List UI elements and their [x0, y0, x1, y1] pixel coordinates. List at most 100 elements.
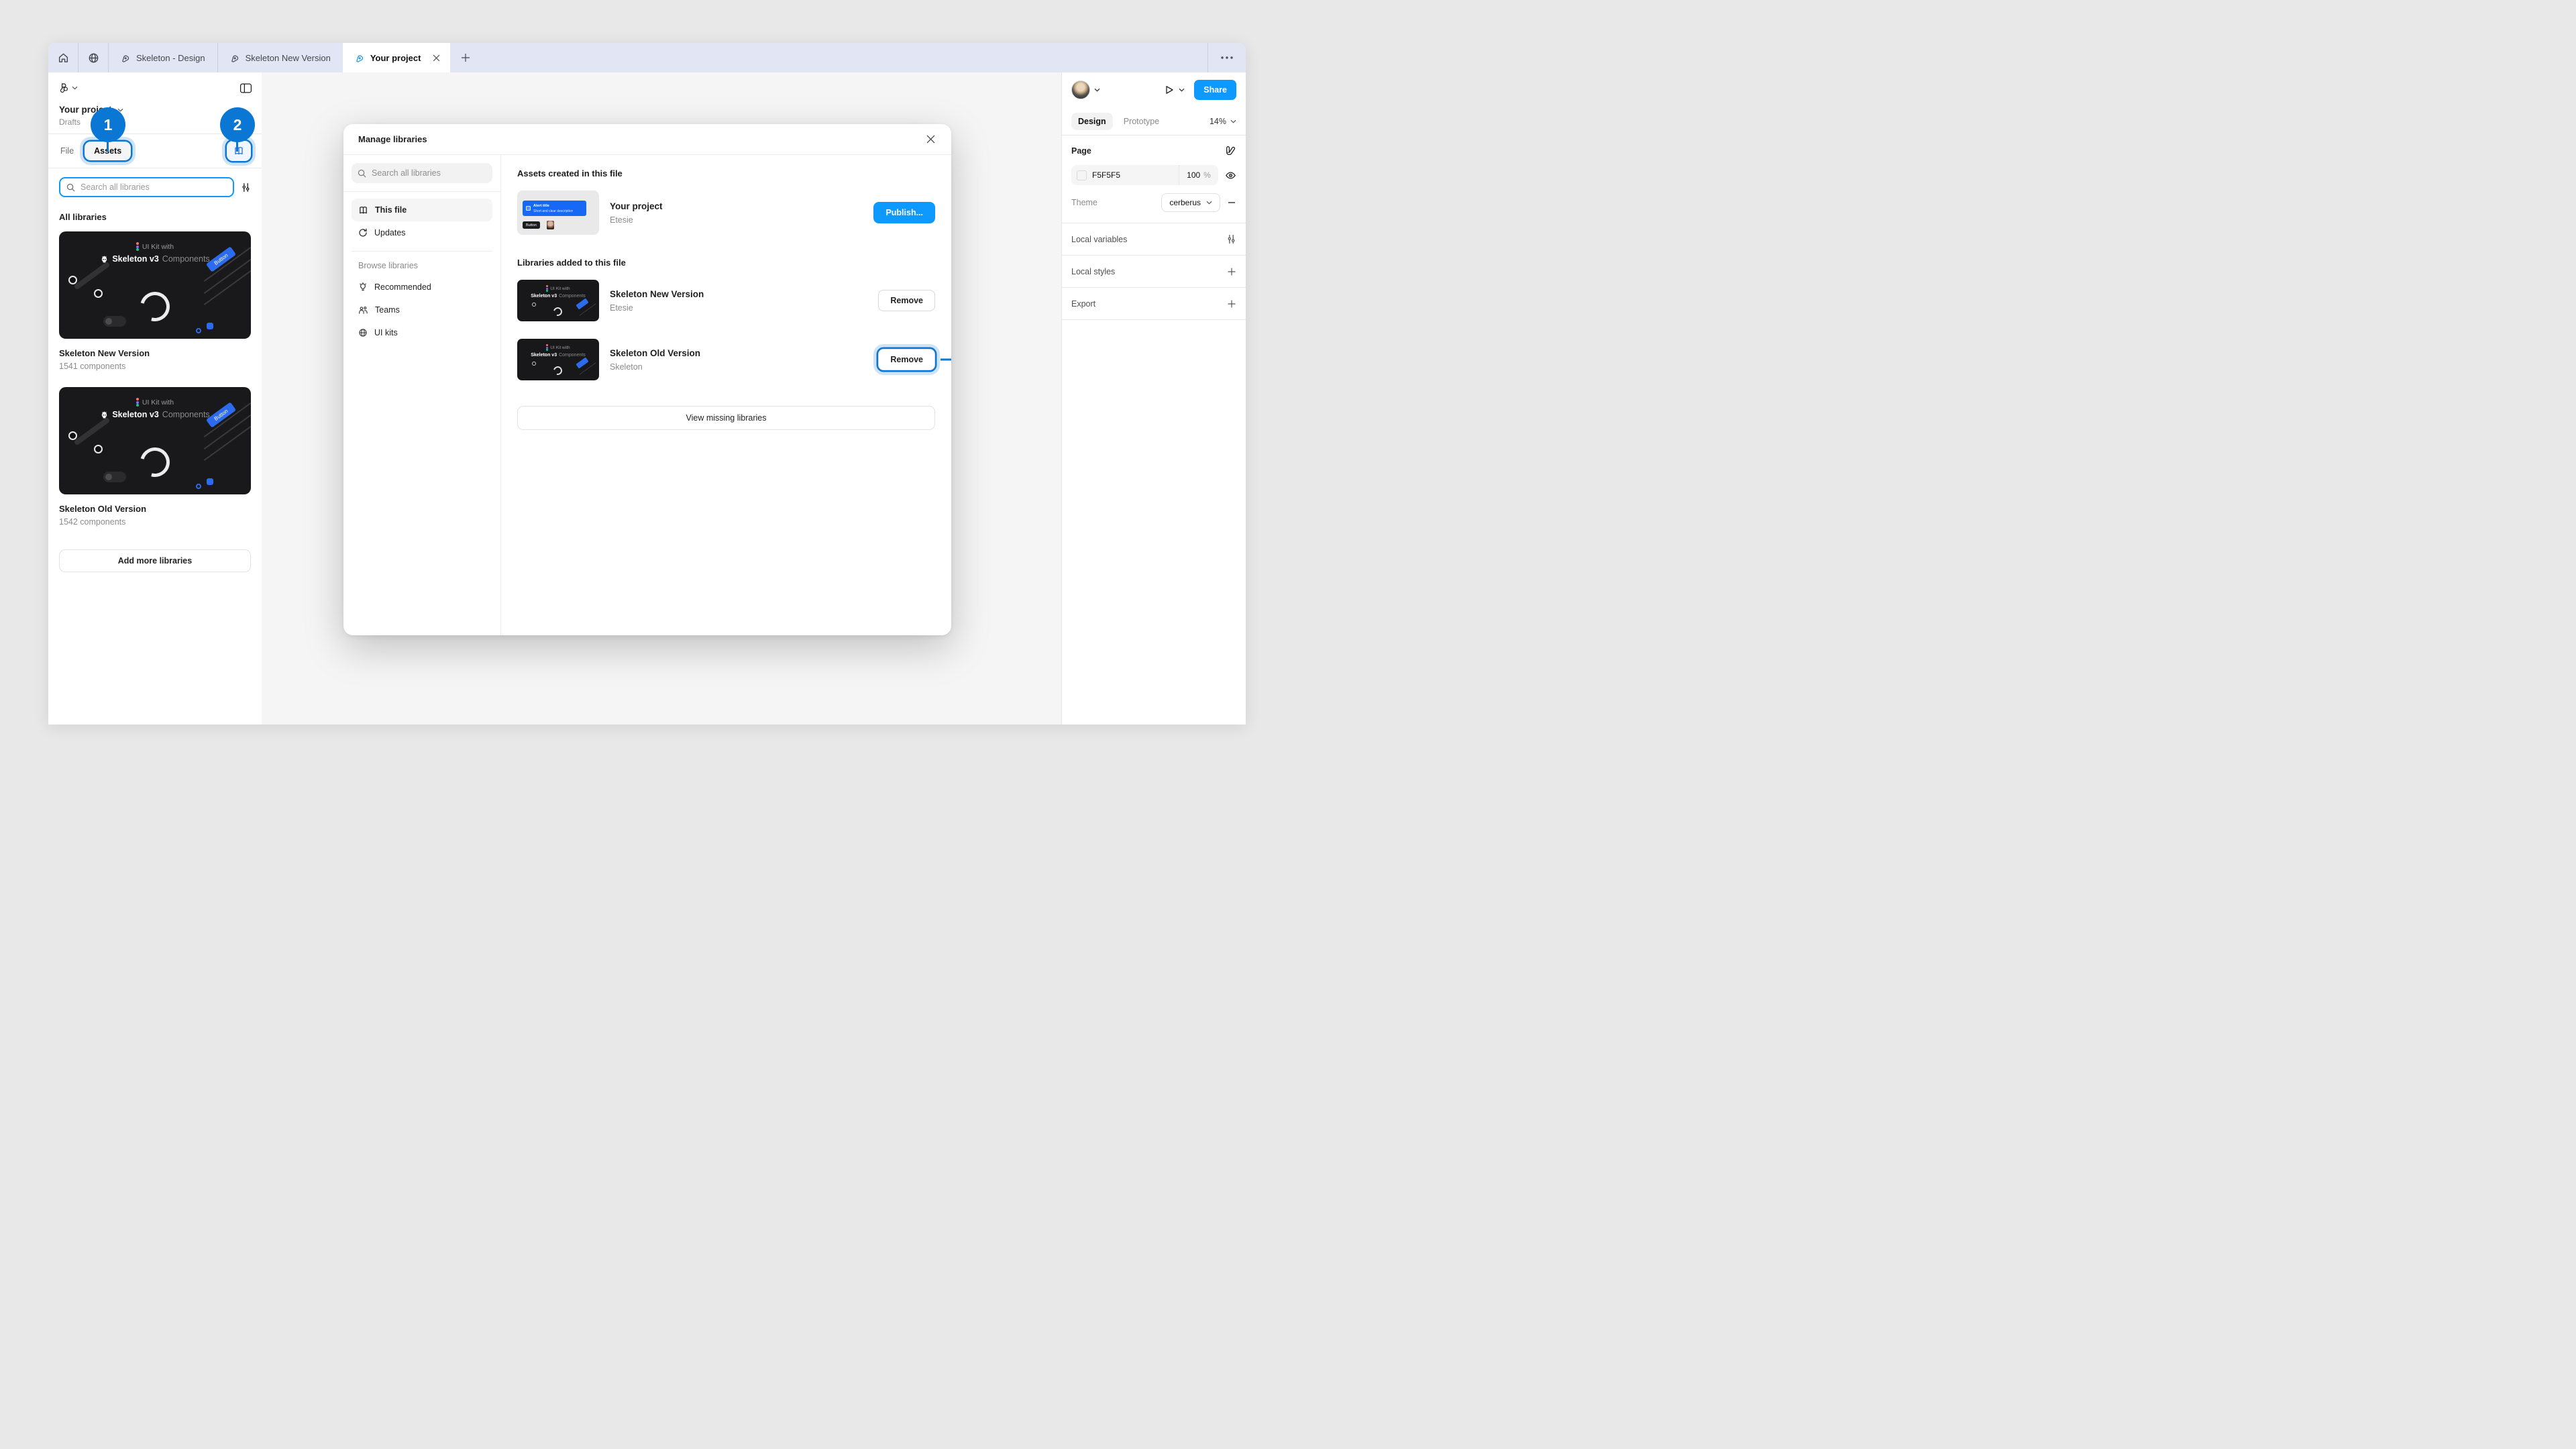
nav-ui-kits[interactable]: UI kits	[352, 321, 492, 344]
card-decoration-toggle	[103, 472, 126, 482]
remove-library-button[interactable]: Remove	[878, 290, 935, 311]
present-play-icon[interactable]	[1164, 85, 1175, 95]
view-missing-libraries-button[interactable]: View missing libraries	[517, 406, 935, 430]
nav-teams[interactable]: Teams	[352, 299, 492, 321]
tab-label: Skeleton - Design	[136, 53, 205, 63]
nav-label: Updates	[374, 228, 406, 237]
tab-your-project-active[interactable]: Your project	[343, 43, 451, 72]
local-variables-row[interactable]: Local variables	[1062, 223, 1246, 256]
tab-label: Your project	[370, 53, 421, 63]
nav-label: Teams	[375, 305, 400, 315]
lightbulb-icon	[358, 282, 368, 292]
eye-visibility-icon[interactable]	[1225, 170, 1236, 181]
modal-sidebar: This file Updates Browse libraries Recom…	[343, 155, 501, 635]
card-decoration	[74, 262, 111, 290]
tab-skeleton-new-version[interactable]: Skeleton New Version	[218, 43, 343, 72]
opacity-value: 100	[1187, 170, 1200, 180]
search-input[interactable]	[80, 182, 227, 192]
page-color-field[interactable]: F5F5F5 100 %	[1071, 165, 1218, 185]
remove-library-button-highlighted[interactable]: Remove	[878, 349, 935, 370]
publish-button[interactable]: Publish...	[873, 202, 935, 223]
figma-color-logo-icon	[546, 344, 548, 351]
share-button[interactable]: Share	[1194, 80, 1236, 100]
right-panel: Share Design Prototype 14% Page	[1061, 72, 1246, 724]
refresh-icon	[358, 228, 368, 237]
nav-this-file[interactable]: This file	[352, 199, 492, 221]
design-prototype-tabs: Design Prototype 14%	[1062, 107, 1246, 136]
card-art-text: UI Kit with Skeleton v3 Components	[59, 242, 251, 264]
card-decoration	[68, 276, 77, 284]
tab-prototype[interactable]: Prototype	[1117, 113, 1167, 130]
modal-close-button[interactable]	[922, 131, 939, 148]
export-row[interactable]: Export	[1062, 288, 1246, 320]
library-search-field[interactable]	[59, 177, 234, 197]
remove-theme-minus-icon[interactable]	[1227, 198, 1236, 207]
card-decoration-accordion	[199, 264, 251, 299]
toggle-panel-icon[interactable]	[239, 83, 252, 94]
figma-color-logo-icon	[546, 285, 548, 292]
browse-libraries-label: Browse libraries	[352, 258, 492, 276]
variables-sliders-icon[interactable]	[1226, 234, 1236, 244]
thumb-alert-desc: Short and clear description	[533, 209, 573, 213]
color-swatch[interactable]	[1077, 170, 1087, 180]
add-export-plus-icon[interactable]	[1227, 299, 1236, 309]
chevron-down-icon[interactable]	[1179, 88, 1185, 92]
ellipsis-icon	[1221, 56, 1233, 59]
community-button[interactable]	[78, 43, 108, 72]
all-libraries-heading: All libraries	[48, 204, 262, 229]
library-card-skeleton-old-version[interactable]: Button UI Kit with Skeleton v3 Component…	[59, 387, 251, 494]
annotation-connector-3	[941, 359, 951, 361]
library-title: Skeleton New Version	[48, 339, 262, 358]
search-icon	[358, 169, 366, 178]
new-tab-button[interactable]	[450, 43, 481, 72]
chevron-down-icon[interactable]	[72, 86, 78, 90]
annotated-remove-wrap: Remove 3	[878, 349, 935, 370]
tab-label: Skeleton New Version	[246, 53, 331, 63]
figma-color-logo-icon	[136, 242, 139, 251]
globe-icon	[88, 52, 99, 64]
opacity-field[interactable]: 100 %	[1179, 170, 1218, 180]
browse-libraries-group: Browse libraries Recommended Teams UI ki…	[352, 251, 492, 344]
home-button[interactable]	[48, 43, 78, 72]
library-thumbnail: UI Kit with Skeleton v3Components	[517, 280, 599, 321]
local-styles-label: Local styles	[1071, 267, 1115, 276]
zoom-level: 14%	[1210, 117, 1226, 126]
manage-libraries-modal: Manage libraries This file Updates	[343, 124, 951, 635]
styles-book-icon[interactable]	[1225, 145, 1236, 156]
people-icon	[358, 306, 368, 315]
libraries-button[interactable]	[227, 141, 251, 161]
close-tab-button[interactable]	[429, 50, 443, 65]
user-avatar[interactable]	[1071, 80, 1090, 99]
left-sidebar: Your project Drafts File Assets	[48, 72, 262, 724]
modal-search-wrap	[343, 155, 500, 192]
annotation-stem-2	[236, 141, 238, 152]
window-menu-button[interactable]	[1208, 43, 1246, 72]
thumb-alert-banner: Alert title Short and clear description	[523, 201, 586, 216]
color-hex-value[interactable]: F5F5F5	[1092, 170, 1179, 180]
thumb-decoration	[552, 365, 564, 377]
nav-updates[interactable]: Updates	[352, 221, 492, 244]
nav-label: Recommended	[374, 282, 431, 292]
card-decoration	[68, 431, 77, 440]
modal-search-field[interactable]	[352, 163, 492, 183]
local-styles-row[interactable]: Local styles	[1062, 256, 1246, 288]
theme-select[interactable]: cerberus	[1161, 193, 1220, 212]
figma-logo-icon[interactable]	[58, 83, 69, 94]
globe-icon	[358, 328, 368, 337]
zoom-control[interactable]: 14%	[1210, 117, 1236, 126]
library-card-skeleton-new-version[interactable]: Button UI Kit with Skeleton v3 Component…	[59, 231, 251, 339]
home-icon	[58, 52, 69, 64]
skull-icon	[100, 255, 109, 264]
tab-skeleton-design[interactable]: Skeleton - Design	[109, 43, 217, 72]
tab-file[interactable]: File	[59, 142, 75, 160]
add-more-libraries-button[interactable]: Add more libraries	[59, 549, 251, 572]
tab-design[interactable]: Design	[1071, 113, 1113, 130]
filter-sliders-icon[interactable]	[241, 182, 251, 193]
add-style-plus-icon[interactable]	[1227, 267, 1236, 276]
nav-recommended[interactable]: Recommended	[352, 276, 492, 299]
chevron-down-icon[interactable]	[1094, 88, 1100, 92]
card-decoration-spinner	[135, 442, 175, 482]
modal-title: Manage libraries	[358, 134, 427, 144]
modal-search-input[interactable]	[372, 168, 486, 178]
figma-file-icon	[121, 53, 131, 63]
